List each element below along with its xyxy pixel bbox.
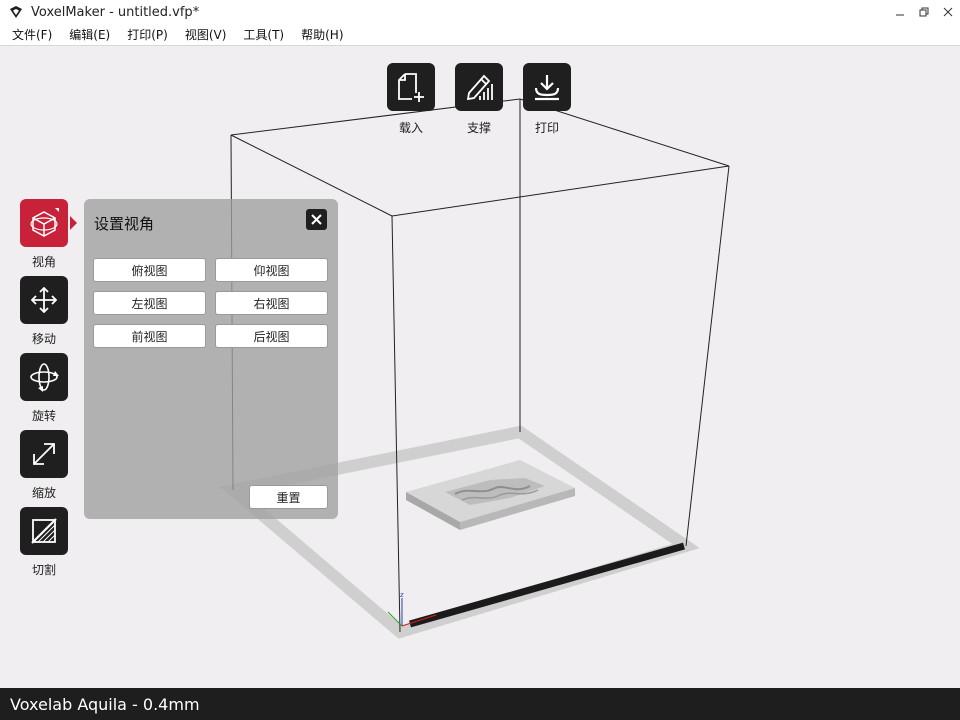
load-button[interactable] xyxy=(387,63,435,111)
view-cube-icon xyxy=(27,206,61,240)
load-tool[interactable]: 载入 xyxy=(387,63,435,136)
scale-tool[interactable]: 缩放 xyxy=(20,430,68,501)
view-tool[interactable]: 视角 xyxy=(20,199,68,270)
scale-label: 缩放 xyxy=(20,484,68,501)
cut-button[interactable] xyxy=(20,507,68,555)
move-arrows-icon xyxy=(29,285,59,315)
right-view-button[interactable]: 右视图 xyxy=(215,291,328,315)
add-file-icon xyxy=(396,71,426,103)
rotate-button[interactable] xyxy=(20,353,68,401)
close-icon xyxy=(311,214,322,225)
menu-edit[interactable]: 编辑(E) xyxy=(63,24,116,46)
scale-button[interactable] xyxy=(20,430,68,478)
status-bar: Voxelab Aquila - 0.4mm xyxy=(0,688,960,720)
menu-bar: 文件(F) 编辑(E) 打印(P) 视图(V) 工具(T) 帮助(H) xyxy=(0,24,960,46)
menu-file[interactable]: 文件(F) xyxy=(6,24,58,46)
menu-help[interactable]: 帮助(H) xyxy=(295,24,349,46)
back-view-button[interactable]: 后视图 xyxy=(215,324,328,348)
printer-profile-label: Voxelab Aquila - 0.4mm xyxy=(10,695,200,714)
move-tool[interactable]: 移动 xyxy=(20,276,68,347)
top-view-button[interactable]: 俯视图 xyxy=(93,258,206,282)
support-pencil-icon xyxy=(463,71,495,103)
support-button[interactable] xyxy=(455,63,503,111)
z-axis-label: z xyxy=(400,591,404,599)
cut-icon xyxy=(29,516,59,546)
rotate-label: 旋转 xyxy=(20,407,68,424)
support-tool[interactable]: 支撑 xyxy=(455,63,503,136)
restore-icon xyxy=(919,7,929,17)
support-label: 支撑 xyxy=(455,119,503,136)
menu-tools[interactable]: 工具(T) xyxy=(237,24,290,46)
scale-diagonal-icon xyxy=(30,440,58,468)
move-button[interactable] xyxy=(20,276,68,324)
cut-label: 切割 xyxy=(20,561,68,578)
close-icon xyxy=(943,7,953,17)
menu-print[interactable]: 打印(P) xyxy=(121,24,174,46)
panel-title: 设置视角 xyxy=(94,213,154,234)
print-button[interactable] xyxy=(523,63,571,111)
left-view-button[interactable]: 左视图 xyxy=(93,291,206,315)
load-label: 载入 xyxy=(387,119,435,136)
cut-tool[interactable]: 切割 xyxy=(20,507,68,578)
view-button[interactable] xyxy=(20,199,68,247)
restore-button[interactable] xyxy=(912,0,936,24)
minimize-icon xyxy=(895,7,905,17)
window-title: VoxelMaker - untitled.vfp* xyxy=(31,5,199,20)
reset-view-button[interactable]: 重置 xyxy=(249,485,328,509)
print-download-icon xyxy=(532,72,562,102)
panel-pointer xyxy=(70,216,77,230)
front-view-button[interactable]: 前视图 xyxy=(93,324,206,348)
minimize-button[interactable] xyxy=(888,0,912,24)
menu-view[interactable]: 视图(V) xyxy=(179,24,233,46)
plate-front-edge xyxy=(410,546,684,624)
rotate-icon xyxy=(27,360,61,394)
app-logo-icon xyxy=(9,5,23,19)
title-bar: VoxelMaker - untitled.vfp* xyxy=(0,0,960,24)
model-object xyxy=(406,460,575,530)
rotate-tool[interactable]: 旋转 xyxy=(20,353,68,424)
view-label: 视角 xyxy=(20,253,68,270)
bottom-view-button[interactable]: 仰视图 xyxy=(215,258,328,282)
view-settings-panel: 设置视角 俯视图 仰视图 左视图 右视图 前视图 后视图 重置 xyxy=(84,199,338,519)
print-tool[interactable]: 打印 xyxy=(523,63,571,136)
print-label: 打印 xyxy=(523,119,571,136)
close-window-button[interactable] xyxy=(936,0,960,24)
panel-close-button[interactable] xyxy=(306,209,327,230)
move-label: 移动 xyxy=(20,330,68,347)
